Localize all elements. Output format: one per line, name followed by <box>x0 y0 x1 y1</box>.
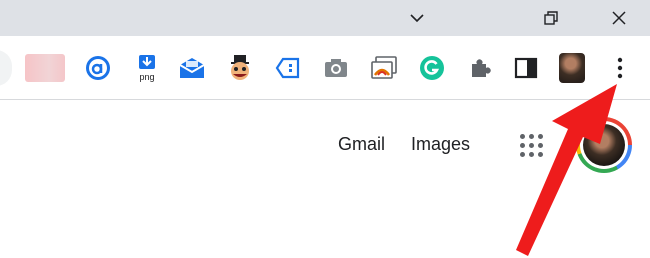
annotation-arrow <box>516 84 617 256</box>
